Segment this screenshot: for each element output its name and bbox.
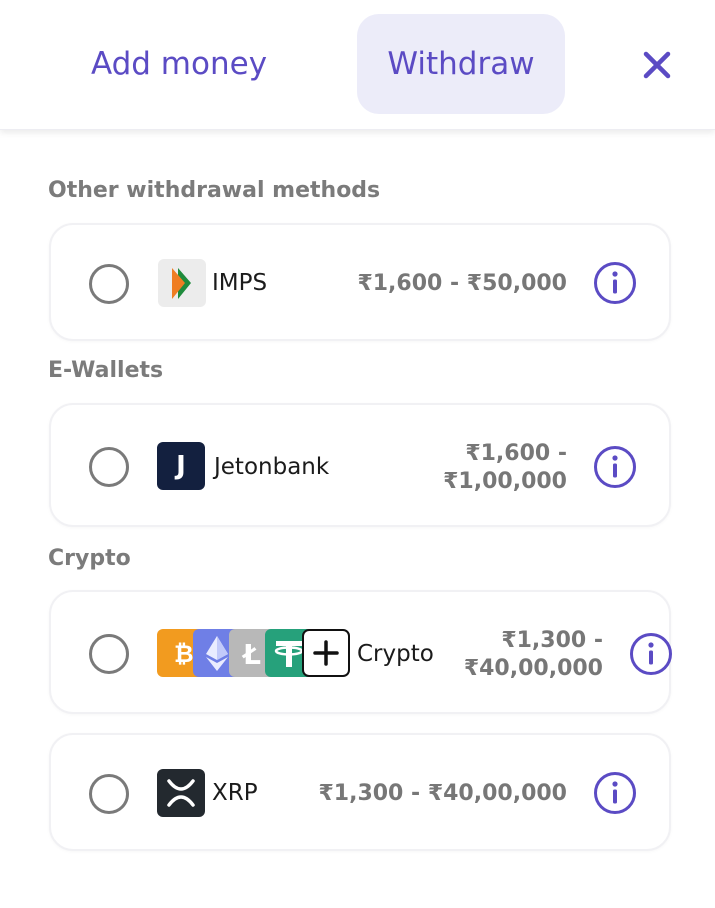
- tab-add-money[interactable]: Add money: [60, 14, 298, 114]
- tab-add-money-label: Add money: [90, 46, 268, 82]
- xrp-info-icon[interactable]: [593, 771, 637, 815]
- imps-radio[interactable]: [89, 264, 129, 304]
- section-title-ewallets: E-Wallets: [48, 358, 164, 383]
- xrp-range: ₹1,300 - ₹40,00,000: [318, 781, 567, 806]
- close-icon: [643, 51, 671, 79]
- plus-icon: [302, 629, 350, 677]
- jetonbank-range-line2: ₹1,00,000: [443, 469, 567, 494]
- crypto-range-line1: ₹1,300 -: [501, 628, 603, 653]
- imps-info-icon[interactable]: [593, 261, 637, 305]
- crypto-name: Crypto: [357, 641, 434, 667]
- xrp-radio[interactable]: [89, 774, 129, 814]
- tab-withdraw-label: Withdraw: [387, 46, 535, 82]
- imps-range: ₹1,600 - ₹50,000: [357, 271, 567, 296]
- section-title-crypto: Crypto: [48, 546, 131, 571]
- svg-text:Ł: Ł: [241, 638, 261, 671]
- crypto-range-line2: ₹40,00,000: [463, 656, 603, 681]
- crypto-radio[interactable]: [89, 634, 129, 674]
- payment-header: Add money Withdraw: [0, 0, 715, 130]
- svg-text:₿: ₿: [174, 640, 194, 668]
- jetonbank-range-line1: ₹1,600 -: [465, 441, 567, 466]
- method-card-jetonbank[interactable]: J Jetonbank ₹1,600 - ₹1,00,000: [49, 403, 671, 527]
- jetonbank-logo-icon: J: [157, 442, 205, 490]
- jetonbank-range: ₹1,600 - ₹1,00,000: [443, 440, 567, 496]
- close-button[interactable]: [630, 38, 684, 92]
- crypto-info-icon[interactable]: [629, 632, 673, 676]
- imps-name: IMPS: [212, 270, 268, 296]
- jetonbank-logo-letter: J: [176, 451, 186, 481]
- xrp-logo-icon: [157, 769, 205, 817]
- method-card-crypto[interactable]: ₿ Ł Crypto ₹1,300 - ₹40,00,000: [49, 590, 673, 714]
- method-card-xrp[interactable]: XRP ₹1,300 - ₹40,00,000: [49, 733, 671, 851]
- method-card-imps[interactable]: IMPS ₹1,600 - ₹50,000: [49, 223, 671, 341]
- imps-logo-icon: [158, 259, 206, 307]
- jetonbank-info-icon[interactable]: [593, 445, 637, 489]
- section-title-other-methods: Other withdrawal methods: [48, 178, 381, 203]
- crypto-range: ₹1,300 - ₹40,00,000: [464, 627, 603, 683]
- jetonbank-name: Jetonbank: [214, 454, 330, 480]
- xrp-name: XRP: [212, 780, 258, 806]
- tab-withdraw[interactable]: Withdraw: [357, 14, 565, 114]
- jetonbank-radio[interactable]: [89, 447, 129, 487]
